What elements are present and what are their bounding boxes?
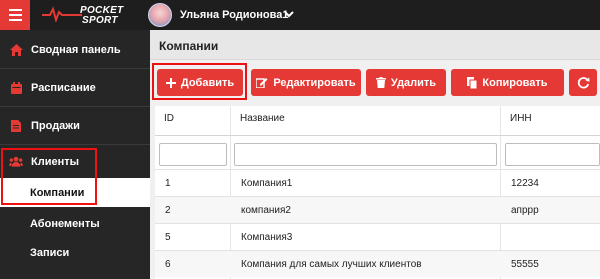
sidebar-item-label: Сводная панель: [31, 43, 121, 56]
avatar[interactable]: [148, 3, 172, 27]
cell-inn: 55555: [511, 259, 539, 270]
cell-id: 6: [165, 259, 171, 270]
delete-button-label: Удалить: [390, 76, 437, 89]
logo-text-bottom: SPORT: [82, 15, 118, 26]
cell-id: 1: [165, 178, 171, 189]
cell-inn: апррр: [511, 205, 539, 216]
hamburger-line: [8, 9, 22, 11]
table-row[interactable]: 5 Компания3: [155, 223, 600, 250]
chevron-down-icon[interactable]: [283, 8, 295, 20]
sidebar-item-label: Расписание: [31, 81, 96, 94]
hamburger-line: [8, 19, 22, 21]
cell-inn: 12234: [511, 178, 539, 189]
table-row[interactable]: 1 Компания1 12234: [155, 169, 600, 196]
table-row[interactable]: 6 Компания для самых лучших клиентов 555…: [155, 250, 600, 277]
sidebar-item-sales[interactable]: Продажи: [0, 107, 150, 144]
inn-filter-input[interactable]: [505, 143, 600, 166]
cell-name: Компания1: [241, 178, 293, 189]
column-header-id[interactable]: ID: [164, 113, 174, 124]
sidebar-item-label: Клиенты: [31, 155, 80, 168]
column-header-name[interactable]: Название: [240, 113, 285, 124]
calendar-icon: [9, 81, 23, 95]
sidebar-item-clients[interactable]: Клиенты: [0, 143, 150, 180]
refresh-button[interactable]: [569, 69, 597, 96]
edit-icon: [256, 78, 268, 88]
name-filter-input[interactable]: [234, 143, 497, 166]
edit-button[interactable]: Редактировать: [251, 69, 361, 96]
hamburger-menu-button[interactable]: [0, 0, 30, 30]
page-title: Компании: [159, 39, 219, 53]
cell-id: 2: [165, 205, 171, 216]
cell-id: 5: [165, 232, 171, 243]
table-row[interactable]: 2 компания2 апррр: [155, 196, 600, 223]
hamburger-line: [8, 14, 22, 16]
cell-name: компания2: [241, 205, 291, 216]
sidebar-subitem-companies[interactable]: Компании: [0, 178, 150, 207]
sidebar-item-label: Продажи: [31, 119, 80, 132]
divider: [155, 135, 600, 136]
id-filter-input[interactable]: [159, 143, 227, 166]
column-header-inn[interactable]: ИНН: [510, 113, 532, 124]
plus-icon: [165, 77, 176, 88]
sidebar-subitem-subscriptions[interactable]: Абонементы: [0, 209, 150, 238]
delete-button[interactable]: Удалить: [366, 69, 446, 96]
sidebar-item-schedule[interactable]: Расписание: [0, 69, 150, 106]
home-icon: [9, 43, 23, 57]
copy-button-label: Копировать: [482, 76, 548, 89]
copy-icon: [467, 76, 478, 89]
top-bar: POCKET SPORT Ульяна Родионова1: [0, 0, 600, 30]
document-icon: [9, 119, 23, 133]
copy-button[interactable]: Копировать: [451, 69, 564, 96]
cell-name: Компания3: [241, 232, 293, 243]
refresh-icon: [577, 77, 590, 89]
edit-button-label: Редактировать: [273, 76, 356, 89]
app-logo[interactable]: POCKET SPORT: [42, 4, 137, 26]
add-button[interactable]: Добавить: [157, 69, 243, 96]
trash-icon: [375, 77, 386, 88]
pulse-logo-icon: [42, 6, 82, 22]
sidebar-item-dashboard[interactable]: Сводная панель: [0, 31, 150, 68]
sidebar-subitem-records[interactable]: Записи: [0, 238, 150, 267]
add-button-label: Добавить: [180, 76, 235, 89]
cell-name: Компания для самых лучших клиентов: [241, 259, 422, 270]
username[interactable]: Ульяна Родионова1: [180, 9, 288, 21]
users-icon: [9, 155, 23, 169]
page-header: Компании: [150, 30, 600, 60]
